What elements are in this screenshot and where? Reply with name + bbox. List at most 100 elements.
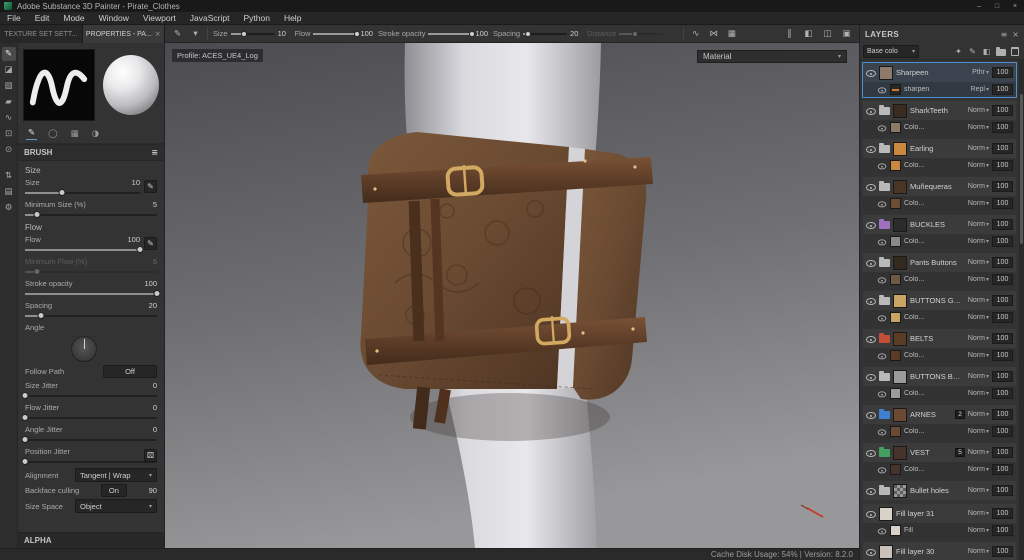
- menu-item-javascript[interactable]: JavaScript: [183, 12, 237, 25]
- channel-name[interactable]: Fill: [904, 527, 965, 534]
- layer-row[interactable]: Fill layer 30 Norm ▾ 100: [863, 542, 1016, 560]
- menu-item-window[interactable]: Window: [92, 12, 136, 25]
- layer-channel-row[interactable]: Colo... Norm ▾ 100: [863, 386, 1016, 401]
- eraser-tool-icon[interactable]: ◪: [2, 63, 16, 77]
- shader-dropdown[interactable]: Material ▾: [697, 50, 847, 63]
- layer-channel-row[interactable]: Colo... Norm ▾ 100: [863, 196, 1016, 211]
- size-space-dropdown[interactable]: Object ▾: [75, 499, 157, 513]
- layer-row[interactable]: VEST 5 Norm ▾ 100: [863, 443, 1016, 462]
- param-position-jitter-slider[interactable]: [21, 458, 157, 466]
- visibility-icon[interactable]: [877, 200, 887, 208]
- visibility-icon[interactable]: [866, 182, 876, 191]
- toolbar-param-flow[interactable]: Flow 100: [295, 29, 373, 38]
- channel-name[interactable]: Colo...: [904, 238, 965, 245]
- layer-thumbnail[interactable]: [893, 331, 907, 346]
- material-picker-icon[interactable]: ⊙: [2, 143, 16, 157]
- layer-name[interactable]: Sharpeen: [896, 68, 969, 77]
- layer-belts[interactable]: BELTS Norm ▾ 100 Colo... Norm ▾ 100: [862, 328, 1017, 364]
- param-minimum-flow-slider[interactable]: [25, 268, 157, 276]
- channel-name[interactable]: Colo...: [904, 466, 965, 473]
- menu-item-python[interactable]: Python: [236, 12, 276, 25]
- blend-mode-dropdown[interactable]: Norm ▾: [968, 548, 989, 555]
- menu-item-mode[interactable]: Mode: [56, 12, 91, 25]
- visibility-icon[interactable]: [866, 258, 876, 267]
- paint-tool-icon[interactable]: ✎: [1, 47, 16, 61]
- layer-row[interactable]: BELTS Norm ▾ 100: [863, 329, 1016, 348]
- channel-name[interactable]: Colo...: [904, 390, 965, 397]
- visibility-icon[interactable]: [877, 390, 887, 398]
- channel-thumbnail[interactable]: [890, 274, 901, 285]
- channel-name[interactable]: Colo...: [904, 352, 965, 359]
- layer-channel-row[interactable]: Colo... Norm ▾ 100: [863, 424, 1016, 439]
- layer-thumbnail[interactable]: [879, 65, 893, 80]
- pause-engine-icon[interactable]: ‖: [783, 27, 796, 40]
- polygon-fill-tool-icon[interactable]: ▰: [2, 95, 16, 109]
- layer-name[interactable]: BELTS: [910, 334, 965, 343]
- blend-mode-dropdown[interactable]: Repl ▾: [971, 86, 989, 93]
- visibility-icon[interactable]: [866, 220, 876, 229]
- visibility-icon[interactable]: [877, 124, 887, 132]
- blend-mode-dropdown[interactable]: Norm ▾: [968, 238, 989, 245]
- grid-snap-icon[interactable]: ▦: [725, 27, 738, 40]
- visibility-icon[interactable]: [866, 509, 876, 518]
- channel-thumbnail[interactable]: [890, 122, 901, 133]
- blend-mode-dropdown[interactable]: Norm ▾: [968, 527, 989, 534]
- blend-mode-dropdown[interactable]: Norm ▾: [968, 390, 989, 397]
- backface-culling-toggle[interactable]: On: [100, 484, 127, 497]
- visibility-icon[interactable]: [877, 352, 887, 360]
- layer-row[interactable]: Muñequeras Norm ▾ 100: [863, 177, 1016, 196]
- blend-mode-dropdown[interactable]: Norm ▾: [968, 276, 989, 283]
- blend-mode-dropdown[interactable]: Norm ▾: [968, 487, 989, 494]
- layer-thumbnail[interactable]: [893, 179, 907, 194]
- visibility-icon[interactable]: [877, 428, 887, 436]
- symmetry-icon[interactable]: ⋈: [707, 27, 720, 40]
- layer-thumbnail[interactable]: [879, 544, 893, 559]
- toolbar-param-slider[interactable]: [230, 30, 275, 38]
- layer-row[interactable]: Pants Buttons Norm ▾ 100: [863, 253, 1016, 272]
- param-angle-jitter-slider[interactable]: [21, 436, 157, 444]
- opacity-field[interactable]: 100: [992, 312, 1013, 323]
- toolbar-param-slider[interactable]: [523, 30, 568, 38]
- layer-pants-buttons[interactable]: Pants Buttons Norm ▾ 100 Colo... Norm ▾ 10…: [862, 252, 1017, 288]
- layers-scrollbar[interactable]: [1019, 60, 1024, 560]
- opacity-field[interactable]: 100: [992, 122, 1013, 133]
- layer-row[interactable]: ARNES 2 Norm ▾ 100: [863, 405, 1016, 424]
- add-mask-icon[interactable]: ✦: [952, 45, 965, 58]
- blend-mode-dropdown[interactable]: Norm ▾: [968, 352, 989, 359]
- layer-row[interactable]: Fill layer 31 Norm ▾ 100: [863, 504, 1016, 523]
- layer-thumbnail[interactable]: [893, 369, 907, 384]
- layer-sharkteeth[interactable]: SharkTeeth Norm ▾ 100 Colo... Norm ▾ 100: [862, 100, 1017, 136]
- maximize-button[interactable]: □: [988, 0, 1006, 12]
- opacity-field[interactable]: 100: [992, 181, 1013, 192]
- layer-thumbnail[interactable]: [893, 407, 907, 422]
- layer-name[interactable]: BUTTONS BOLT: [910, 372, 965, 381]
- opacity-field[interactable]: 100: [992, 274, 1013, 285]
- add-fill-layer-icon[interactable]: ◧: [980, 45, 993, 58]
- visibility-icon[interactable]: [866, 547, 876, 556]
- visibility-icon[interactable]: [877, 527, 887, 535]
- layer-row[interactable]: BUTTONS BOLT Norm ▾ 100: [863, 367, 1016, 386]
- layer-row[interactable]: Earling Norm ▾ 100: [863, 139, 1016, 158]
- layer-name[interactable]: SharkTeeth: [910, 106, 965, 115]
- opacity-field[interactable]: 100: [992, 447, 1013, 458]
- settings-icon[interactable]: ⚙: [2, 201, 16, 215]
- visibility-icon[interactable]: [877, 162, 887, 170]
- projection-tool-icon[interactable]: ▧: [2, 79, 16, 93]
- layer-buttons-gold[interactable]: BUTTONS GOLD Norm ▾ 100 Colo... Norm ▾ 100: [862, 290, 1017, 326]
- opacity-field[interactable]: 100: [992, 105, 1013, 116]
- layer-name[interactable]: Bullet holes: [910, 486, 965, 495]
- channel-name[interactable]: Colo...: [904, 162, 965, 169]
- visibility-icon[interactable]: [866, 296, 876, 305]
- param-flow-jitter-slider[interactable]: [21, 414, 157, 422]
- channel-thumbnail[interactable]: [890, 464, 901, 475]
- layer-channel-row[interactable]: Colo... Norm ▾ 100: [863, 120, 1016, 135]
- layer-thumbnail[interactable]: [893, 141, 907, 156]
- toolbar-param-slider[interactable]: [428, 30, 476, 38]
- viewport-split-icon[interactable]: ◫: [821, 27, 834, 40]
- blend-mode-dropdown[interactable]: Norm ▾: [968, 183, 989, 190]
- layer-fill-layer-30[interactable]: Fill layer 30 Norm ▾ 100: [862, 541, 1017, 560]
- layer-thumbnail[interactable]: [893, 255, 907, 270]
- tab-properties-paint[interactable]: PROPERTIES - PA... ×: [82, 25, 165, 43]
- layer-buttons-bolt[interactable]: BUTTONS BOLT Norm ▾ 100 Colo... Norm ▾ 100: [862, 366, 1017, 402]
- opacity-field[interactable]: 100: [992, 333, 1013, 344]
